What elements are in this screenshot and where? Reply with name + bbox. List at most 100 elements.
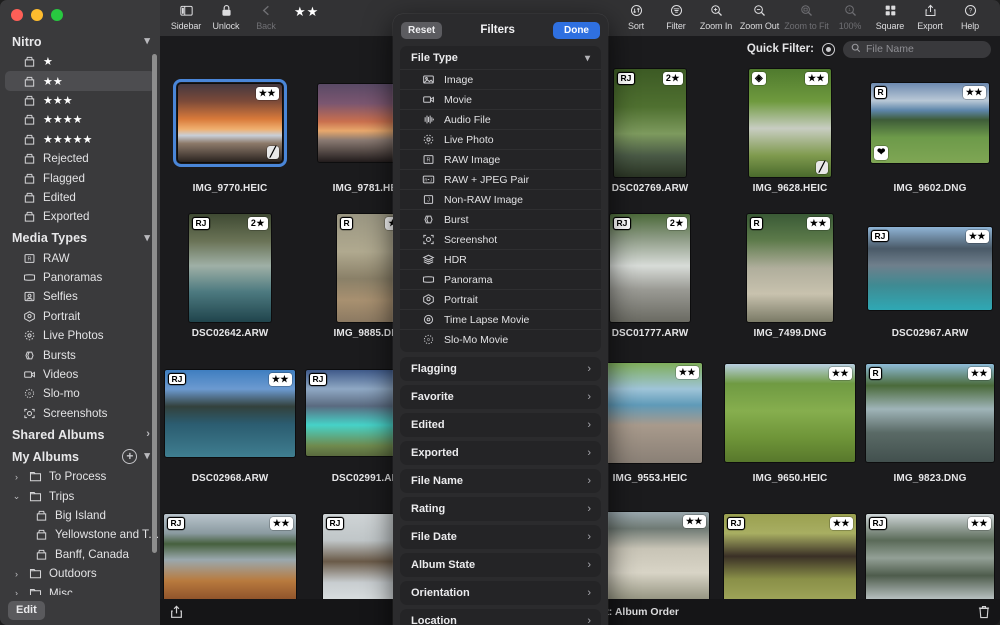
photo-cell[interactable]: RJ2★DSC02642.ARW (160, 207, 300, 352)
photo-cell[interactable]: RJ★★DSC03301.ARW (720, 497, 860, 599)
sidebar-item-bursts[interactable]: Bursts (0, 345, 160, 364)
filter-filetype-live-photo[interactable]: Live Photo (400, 129, 601, 149)
photo-thumbnail[interactable]: RJ2★ (614, 69, 686, 177)
close-button[interactable] (11, 9, 23, 21)
filter-row-location[interactable]: Location› (400, 609, 601, 625)
filter-filetype-portrait[interactable]: Portrait (400, 289, 601, 309)
toolbar-square-button[interactable]: Square (870, 0, 910, 31)
photo-thumbnail[interactable]: ★★ (725, 364, 855, 462)
filter-filetype-screenshot[interactable]: Screenshot (400, 229, 601, 249)
chevron-down-icon[interactable]: ▾ (144, 451, 150, 462)
sidebar-item-banff-canada[interactable]: Banff, Canada (0, 545, 160, 564)
sidebar-item-big-island[interactable]: Big Island (0, 506, 160, 525)
toolbar-zoom-out-button[interactable]: Zoom Out (736, 0, 783, 31)
sidebar-item-videos[interactable]: Videos (0, 365, 160, 384)
filter-filetype-panorama[interactable]: Panorama (400, 269, 601, 289)
chevron-right-icon[interactable]: › (587, 363, 591, 375)
plus-circle-icon[interactable]: + (122, 449, 137, 464)
sidebar-item-[interactable]: ★★★ (0, 91, 160, 110)
photo-thumbnail[interactable]: ★★ (598, 363, 702, 463)
sidebar-item-[interactable]: ★★ (5, 71, 155, 90)
file-type-header[interactable]: File Type ▾ (400, 48, 601, 69)
photo-cell[interactable]: RJ★★DSC03121.ARW (160, 497, 300, 599)
reset-button[interactable]: Reset (401, 22, 442, 39)
photo-thumbnail[interactable]: RJ★★ (866, 514, 994, 599)
toolbar-export-button[interactable]: Export (910, 0, 950, 31)
trash-icon[interactable] (978, 605, 990, 619)
photo-thumbnail[interactable]: ★★ (591, 512, 709, 599)
sidebar-scrollbar[interactable] (152, 54, 157, 553)
filter-row-favorite[interactable]: Favorite› (400, 385, 601, 409)
chevron-down-icon[interactable]: ▾ (144, 36, 150, 47)
filter-row-exported[interactable]: Exported› (400, 441, 601, 465)
sidebar-scroll-area[interactable]: Nitro▾★★★★★★★★★★★★★★★RejectedFlaggedEdit… (0, 30, 160, 595)
photo-cell[interactable]: RJ★★DSC02968.ARW (160, 352, 300, 497)
filter-row-file-name[interactable]: File Name› (400, 469, 601, 493)
quick-filter-search-input[interactable]: File Name (843, 41, 991, 58)
photo-thumbnail[interactable]: R★★❤ (871, 83, 989, 163)
sidebar-item-portrait[interactable]: Portrait (0, 307, 160, 326)
sidebar-item-[interactable]: ★★★★★ (0, 130, 160, 149)
photo-thumbnail[interactable]: R★★ (866, 364, 994, 462)
filter-filetype-raw-image[interactable]: RRAW Image (400, 149, 601, 169)
sidebar-item-trips[interactable]: ⌄Trips (0, 486, 160, 505)
filter-row-album-state[interactable]: Album State› (400, 553, 601, 577)
sidebar-item-raw[interactable]: RRAW (0, 249, 160, 268)
photo-cell[interactable]: ◈★★╱IMG_9628.HEIC (720, 62, 860, 207)
photo-thumbnail[interactable]: ★★╱ (178, 84, 282, 162)
photo-cell[interactable]: R★★IMG_7499.DNG (720, 207, 860, 352)
chevron-right-icon[interactable]: › (587, 419, 591, 431)
sidebar-item-[interactable]: ★★★★ (0, 110, 160, 129)
sidebar-item-yellowstone-and-tet[interactable]: Yellowstone and Tet… (0, 525, 160, 544)
photo-thumbnail[interactable]: ◈★★╱ (749, 69, 831, 177)
chevron-right-icon[interactable]: › (587, 615, 591, 625)
sidebar-item-selfies[interactable]: Selfies (0, 287, 160, 306)
filter-filetype-movie[interactable]: Movie (400, 89, 601, 109)
sidebar-section-header[interactable]: Shared Albums› (0, 423, 160, 445)
sidebar-item-panoramas[interactable]: Panoramas (0, 268, 160, 287)
chevron-right-icon[interactable]: › (146, 429, 150, 440)
photo-thumbnail[interactable]: RJ★★ (724, 514, 856, 599)
photo-cell[interactable]: RJ★★DSC03355.ARW (860, 497, 1000, 599)
chevron-right-icon[interactable]: › (587, 587, 591, 599)
filter-filetype-non-raw-image[interactable]: JNon-RAW Image (400, 189, 601, 209)
filter-filetype-image[interactable]: Image (400, 69, 601, 89)
done-button[interactable]: Done (553, 22, 600, 39)
filter-filetype-burst[interactable]: Burst (400, 209, 601, 229)
sidebar-item-misc[interactable]: ›Misc (0, 583, 160, 595)
minimize-button[interactable] (31, 9, 43, 21)
photo-thumbnail[interactable]: RJ★★ (868, 227, 992, 310)
sidebar-item-exported[interactable]: Exported (0, 207, 160, 226)
filter-row-flagging[interactable]: Flagging› (400, 357, 601, 381)
photo-thumbnail[interactable]: RJ★★ (164, 514, 296, 599)
toolbar-help-button[interactable]: ?Help (950, 0, 990, 31)
edit-button[interactable]: Edit (8, 601, 45, 620)
photo-cell[interactable]: ★★╱IMG_9770.HEIC (160, 62, 300, 207)
photo-cell[interactable]: R★★❤IMG_9602.DNG (860, 62, 1000, 207)
disclosure-triangle-icon[interactable]: › (12, 569, 21, 579)
sidebar-item-edited[interactable]: Edited (0, 188, 160, 207)
sidebar-item-[interactable]: ★ (0, 52, 160, 71)
sidebar-item-live-photos[interactable]: Live Photos (0, 326, 160, 345)
sidebar-item-to-process[interactable]: ›To Process (0, 467, 160, 486)
sidebar-section-header[interactable]: My Albums+▾ (0, 445, 160, 467)
chevron-down-icon[interactable]: ▾ (585, 53, 590, 64)
chevron-right-icon[interactable]: › (587, 447, 591, 459)
filter-filetype-time-lapse-movie[interactable]: Time Lapse Movie (400, 309, 601, 329)
filter-row-edited[interactable]: Edited› (400, 413, 601, 437)
photo-cell[interactable]: R★★IMG_9823.DNG (860, 352, 1000, 497)
chevron-right-icon[interactable]: › (587, 531, 591, 543)
filter-row-file-date[interactable]: File Date› (400, 525, 601, 549)
toolbar-filter-button[interactable]: Filter (656, 0, 696, 31)
filter-filetype-hdr[interactable]: HDR (400, 249, 601, 269)
photo-cell[interactable]: RJ★★DSC02967.ARW (860, 207, 1000, 352)
share-icon[interactable] (170, 605, 183, 619)
toolbar-zoom-in-button[interactable]: Zoom In (696, 0, 736, 31)
chevron-right-icon[interactable]: › (587, 503, 591, 515)
chevron-down-icon[interactable]: ▾ (144, 233, 150, 244)
sidebar-item-screenshots[interactable]: Screenshots (0, 404, 160, 423)
toolbar-unlock-button[interactable]: Unlock (206, 0, 246, 31)
toolbar-sort-button[interactable]: Sort (616, 0, 656, 31)
zoom-button[interactable] (51, 9, 63, 21)
radio-icon[interactable] (822, 43, 835, 56)
